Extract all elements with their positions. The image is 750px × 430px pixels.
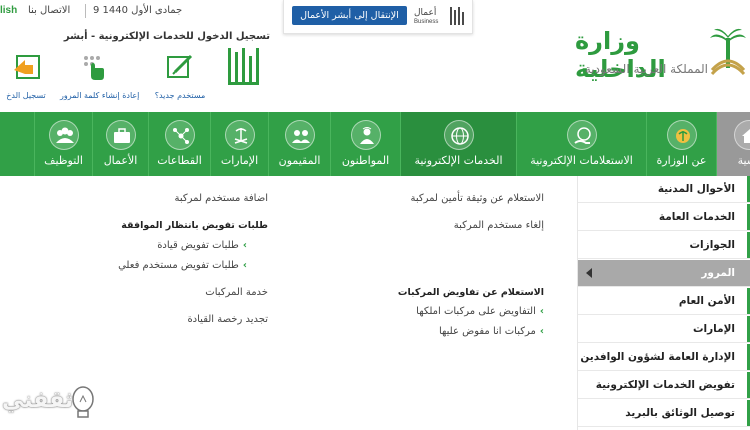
main-nav: التوظيف الأعمال القطاعات الإمارات المقيم… — [0, 112, 750, 176]
nav-label-business: الأعمال — [103, 154, 138, 167]
ministry-icon — [666, 120, 697, 150]
absher-business-button[interactable]: الإنتقال إلى أبشر الأعمال — [292, 6, 407, 25]
menu-heading-vehicle-authorizations: الاستعلام عن تفاويض المركبات — [397, 287, 544, 298]
sidebar-item-traffic[interactable]: المرور — [578, 260, 750, 287]
sidebar-item-label: الخدمات العامة — [658, 211, 735, 223]
residents-icon — [284, 120, 315, 150]
globe-hand-icon — [566, 120, 597, 150]
sidebar-item-label: الأمن العام — [678, 295, 735, 307]
nav-item-eservices[interactable]: الخدمات الإلكترونية — [400, 112, 516, 176]
menu-link-driving-authorizations[interactable]: طلبات تفويض قيادة ‹ — [157, 240, 247, 251]
menu-link-cancel-vehicle-user[interactable]: إلغاء مستخدم المركبة — [454, 220, 544, 231]
menu-text-my-vehicle-authorizations: التفاويض على مركبات املكها — [416, 306, 536, 317]
chevron-left-icon: ‹ — [242, 260, 247, 271]
sidebar-item-eservices-authorization[interactable]: تفويض الخدمات الإلكترونية — [578, 372, 750, 399]
sidebar-item-public-security[interactable]: الأمن العام — [578, 288, 750, 315]
divider — [85, 4, 86, 18]
menu-link-authorized-vehicles[interactable]: مركبات انا مفوض عليها ‹ — [439, 326, 544, 337]
nav-label-citizens: المواطنون — [341, 154, 390, 167]
lightbulb-icon — [72, 386, 94, 418]
reset-password-button[interactable]: إعادة إنشاء كلمة المرور — [60, 50, 140, 100]
password-reset-icon — [84, 56, 104, 80]
reset-password-label: إعادة إنشاء كلمة المرور — [60, 91, 140, 100]
nav-label-sectors: القطاعات — [157, 154, 202, 167]
nav-item-citizens[interactable]: المواطنون — [330, 112, 400, 176]
sidebar-item-label: الأحوال المدنية — [657, 183, 735, 195]
sidebar-item-label: تفويض الخدمات الإلكترونية — [595, 379, 735, 391]
login-label: تسجيل الدخ — [6, 91, 46, 100]
ministry-subtitle: المملكة العربية السعودية — [584, 62, 708, 76]
menu-link-add-vehicle-user[interactable]: اضافة مستخدم لمركبة — [175, 193, 269, 204]
nav-label-emirates: الإمارات — [220, 154, 259, 167]
ministry-logo[interactable]: وزارة الداخلية المملكة العربية السعودية — [575, 22, 750, 92]
sidebar-item-label: الإدارة العامة لشؤون الوافدين — [580, 351, 735, 363]
services-sidebar: الأحوال المدنية الخدمات العامة الجوازات … — [577, 176, 750, 430]
business-logo-arabic: أعمال — [414, 8, 437, 18]
caret-left-icon — [586, 268, 592, 278]
business-logo-english: Business — [414, 19, 439, 25]
globe-icon — [443, 120, 474, 150]
new-user-label: مستخدم جديد؟ — [154, 91, 206, 100]
sidebar-item-document-delivery[interactable]: توصيل الوثائق بالبريد — [578, 400, 750, 427]
nav-item-einquiries[interactable]: الاستعلامات الإلكترونية — [516, 112, 646, 176]
menu-text-driving-authorizations: طلبات تفويض قيادة — [157, 240, 239, 251]
absher-business-box: الإنتقال إلى أبشر الأعمال أعمال Business — [283, 0, 473, 34]
menu-link-renew-license[interactable]: تجديد رخصة القيادة — [187, 314, 268, 325]
absher-logo-icon — [228, 48, 259, 85]
nav-item-about[interactable]: عن الوزارة — [646, 112, 716, 176]
hijri-date: 9 جمادى الأول 1440 — [93, 5, 183, 16]
menu-heading-pending-authorizations: طلبات تفويض بانتظار الموافقة — [121, 220, 268, 231]
new-user-button[interactable]: مستخدم جديد؟ — [148, 50, 212, 100]
sidebar-item-label: توصيل الوثائق بالبريد — [625, 407, 735, 419]
nav-label-einquiries: الاستعلامات الإلكترونية — [530, 154, 633, 167]
top-utility-bar: lish الاتصال بنا 9 جمادى الأول 1440 — [0, 0, 285, 24]
nav-label-jobs: التوظيف — [44, 154, 83, 167]
sidebar-item-label: الجوازات — [689, 239, 736, 251]
new-user-icon — [167, 54, 193, 78]
sidebar-item-general-services[interactable]: الخدمات العامة — [578, 204, 750, 231]
nav-label-residents: المقيمون — [278, 154, 321, 167]
sidebar-item-label: الإمارات — [692, 323, 735, 335]
sidebar-item-passports[interactable]: الجوازات — [578, 232, 750, 259]
absher-logo[interactable] — [222, 42, 266, 90]
absher-business-logo[interactable]: أعمال Business — [412, 4, 468, 30]
menu-text-authorized-vehicles: مركبات انا مفوض عليها — [438, 326, 536, 337]
watermark: ثقفني — [0, 382, 110, 430]
sidebar-item-expatriates-affairs[interactable]: الإدارة العامة لشؤون الوافدين — [578, 344, 750, 371]
login-panel-title: تسجيل الدخول للخدمات الإلكترونية - أبشر — [63, 31, 270, 42]
sidebar-item-label: المرور — [701, 267, 735, 279]
nav-label-eservices: الخدمات الإلكترونية — [414, 154, 503, 167]
nav-item-sectors[interactable]: القطاعات — [148, 112, 210, 176]
chevron-left-icon: ‹ — [242, 240, 247, 251]
contact-us-link[interactable]: الاتصال بنا — [28, 5, 70, 16]
chevron-left-icon: ‹ — [539, 306, 544, 317]
emblem-icon — [224, 120, 255, 150]
menu-link-actual-user-authorizations[interactable]: طلبات تفويض مستخدم فعلي ‹ — [118, 260, 247, 271]
menu-link-vehicle-services[interactable]: خدمة المركبات — [205, 287, 268, 298]
sidebar-item-emirates[interactable]: الإمارات — [578, 316, 750, 343]
watermark-text: ثقفني — [2, 388, 74, 413]
nav-item-residents[interactable]: المقيمون — [268, 112, 330, 176]
sidebar-item-civil-affairs[interactable]: الأحوال المدنية — [578, 176, 750, 203]
group-icon — [48, 120, 79, 150]
menu-text-actual-user-authorizations: طلبات تفويض مستخدم فعلي — [118, 260, 239, 271]
palm-swords-emblem-icon — [710, 28, 746, 76]
menu-link-my-vehicle-authorizations[interactable]: التفاويض على مركبات املكها ‹ — [416, 306, 544, 317]
login-button[interactable]: تسجيل الدخ — [0, 50, 58, 100]
nav-item-emirates[interactable]: الإمارات — [210, 112, 268, 176]
english-link[interactable]: lish — [0, 5, 17, 16]
nav-item-home[interactable]: سية — [716, 112, 750, 176]
chevron-left-icon: ‹ — [539, 326, 544, 337]
nav-item-jobs[interactable]: التوظيف — [34, 112, 92, 176]
network-icon — [164, 120, 195, 150]
nav-label-about: عن الوزارة — [656, 154, 707, 167]
briefcase-icon — [105, 120, 136, 150]
menu-link-insurance-inquiry[interactable]: الاستعلام عن وثيقة تأمين لمركبة — [410, 193, 544, 204]
citizen-icon — [350, 120, 381, 150]
nav-item-business[interactable]: الأعمال — [92, 112, 148, 176]
login-icon — [14, 55, 40, 79]
home-icon — [734, 120, 750, 150]
nav-label-home: سية — [737, 154, 750, 167]
